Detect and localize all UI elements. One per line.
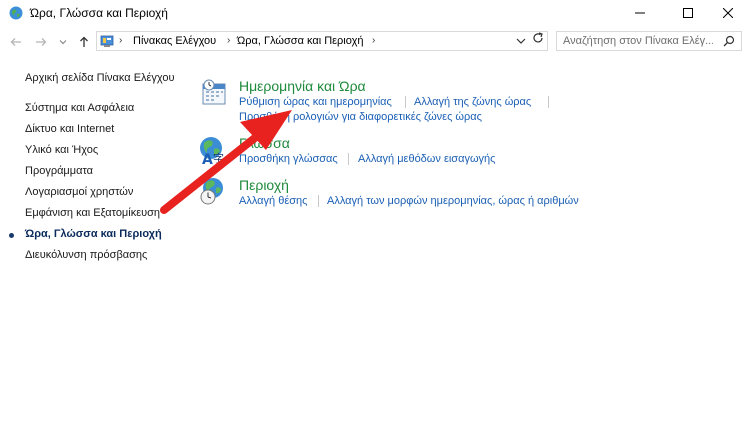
address-dropdown-button[interactable]: [516, 33, 526, 51]
forward-arrow-icon: [36, 38, 47, 46]
sidebar-item-user-accounts[interactable]: Λογαριασμοί χρηστών: [25, 186, 133, 198]
maximize-button[interactable]: [666, 0, 710, 26]
link-change-input-methods[interactable]: Αλλαγή μεθόδων εισαγωγής: [358, 153, 495, 165]
title-bar: Ώρα, Γλώσσα και Περιοχή: [0, 0, 750, 26]
chevron-down-icon: [516, 38, 526, 44]
breadcrumb-separator[interactable]: ›: [372, 35, 375, 46]
address-bar[interactable]: › Πίνακας Ελέγχου › Ώρα, Γλώσσα και Περι…: [96, 31, 548, 51]
region-app-icon: [9, 6, 23, 20]
svg-text:A: A: [202, 152, 213, 165]
sidebar-item-clock-language-region[interactable]: Ώρα, Γλώσσα και Περιοχή: [25, 228, 162, 240]
sidebar-item-ease-of-access[interactable]: Διευκόλυνση πρόσβασης: [25, 249, 147, 261]
forward-button[interactable]: [33, 34, 49, 50]
current-item-bullet: [9, 233, 14, 238]
link-separator: [348, 153, 349, 165]
window-title: Ώρα, Γλώσσα και Περιοχή: [30, 6, 168, 20]
sidebar-item-programs[interactable]: Προγράμματα: [25, 165, 93, 177]
link-add-language[interactable]: Προσθήκη γλώσσας: [239, 153, 338, 165]
recent-locations-button[interactable]: [55, 34, 71, 50]
minimize-icon: [635, 12, 645, 14]
category-title-language[interactable]: Γλώσσα: [239, 135, 290, 151]
link-change-formats[interactable]: Αλλαγή των μορφών ημερομηνίας, ώρας ή αρ…: [327, 195, 579, 207]
svg-text:字: 字: [213, 151, 224, 165]
calendar-clock-icon[interactable]: [200, 78, 230, 108]
close-icon: [723, 8, 733, 18]
sidebar-item-system-security[interactable]: Σύστημα και Ασφάλεια: [25, 102, 134, 114]
category-title-date-time[interactable]: Ημερομηνία και Ώρα: [239, 78, 366, 94]
link-change-time-zone[interactable]: Αλλαγή της ζώνης ώρας: [414, 96, 531, 108]
sidebar-home-link[interactable]: Αρχική σελίδα Πίνακα Ελέγχου: [25, 72, 175, 84]
category-title-region[interactable]: Περιοχή: [239, 177, 289, 193]
link-separator: [548, 96, 549, 108]
link-separator: [318, 195, 319, 207]
back-arrow-icon: [10, 38, 21, 46]
region-globe-clock-icon[interactable]: [198, 176, 228, 206]
breadcrumb-separator[interactable]: ›: [227, 35, 230, 46]
link-add-clocks[interactable]: Προσθήκη ρολογιών για διαφορετικές ζώνες…: [239, 111, 482, 123]
minimize-button[interactable]: [618, 0, 662, 26]
sidebar-item-hardware-sound[interactable]: Υλικό και Ήχος: [25, 144, 98, 156]
maximize-icon: [683, 8, 693, 18]
navigation-bar: › Πίνακας Ελέγχου › Ώρα, Γλώσσα και Περι…: [0, 28, 750, 56]
chevron-down-icon: [59, 40, 67, 45]
sidebar-item-appearance[interactable]: Εμφάνιση και Εξατομίκευση: [25, 207, 160, 219]
close-button[interactable]: [706, 0, 750, 26]
refresh-button[interactable]: [531, 31, 545, 50]
refresh-icon: [533, 32, 543, 43]
link-change-location[interactable]: Αλλαγή θέσης: [239, 195, 307, 207]
sidebar-item-network-internet[interactable]: Δίκτυο και Internet: [25, 123, 114, 135]
link-separator: [405, 96, 406, 108]
breadcrumb-current[interactable]: Ώρα, Γλώσσα και Περιοχή: [237, 35, 363, 47]
back-button[interactable]: [8, 34, 24, 50]
up-button[interactable]: [76, 34, 92, 50]
breadcrumb-control-panel[interactable]: Πίνακας Ελέγχου: [133, 35, 216, 47]
link-set-time-date[interactable]: Ρύθμιση ώρας και ημερομηνίας: [239, 96, 392, 108]
control-panel-icon: [100, 35, 114, 47]
search-icon[interactable]: [723, 35, 735, 47]
search-input[interactable]: [563, 34, 713, 48]
up-arrow-icon: [80, 36, 88, 47]
breadcrumb-separator[interactable]: ›: [119, 35, 122, 46]
language-globe-icon[interactable]: A 字: [198, 135, 228, 165]
search-box[interactable]: [556, 31, 742, 51]
